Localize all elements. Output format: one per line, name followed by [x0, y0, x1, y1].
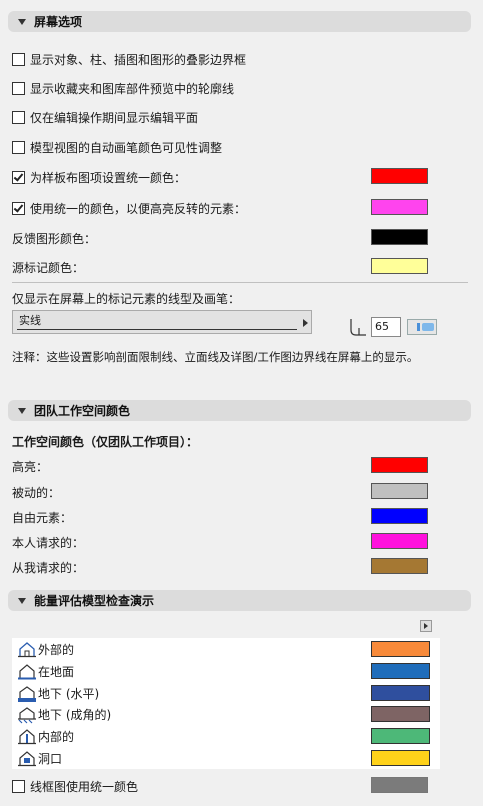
- teamwork-requested-from-me-swatch[interactable]: [371, 558, 428, 574]
- screen-options-header[interactable]: 屏幕选项: [8, 11, 471, 32]
- teamwork-label: 从我请求的：: [12, 560, 85, 575]
- collapse-triangle-icon[interactable]: [18, 597, 26, 604]
- teamwork-label: 自由元素：: [12, 510, 73, 525]
- teamwork-colors-title: 团队工作空间颜色: [34, 404, 131, 418]
- list-item[interactable]: 在地面: [12, 661, 440, 682]
- checkbox-label: 为样板布图项设置统一颜色：: [30, 170, 187, 185]
- list-item-label: 外部的: [38, 643, 75, 657]
- expand-list-button[interactable]: [420, 620, 432, 632]
- checkbox-row-auto-pen-color[interactable]: 模型视图的自动画笔颜色可见性调整: [12, 138, 222, 156]
- note-text: 注释：这些设置影响剖面限制线、立面线及详图/工作图边界线在屏幕上的显示。: [12, 350, 419, 364]
- teamwork-label: 本人请求的：: [12, 535, 85, 550]
- checkbox-row-edit-plane[interactable]: 仅在编辑操作期间显示编辑平面: [12, 108, 198, 126]
- color-swatch[interactable]: [371, 663, 430, 679]
- pen-picker-button[interactable]: [407, 319, 437, 335]
- color-swatch[interactable]: [371, 685, 430, 701]
- checkbox-checked[interactable]: [12, 201, 25, 215]
- list-item-label: 地下 (水平): [38, 687, 100, 701]
- color-swatch[interactable]: [371, 728, 430, 744]
- feedback-color-row: 反馈图形颜色：: [12, 229, 96, 247]
- checkbox-row-overlay-bbox[interactable]: 显示对象、柱、插图和图形的叠影边界框: [12, 50, 246, 68]
- teamwork-row-passive: 被动的：: [12, 483, 60, 501]
- teamwork-subheader-row: 工作空间颜色（仅团队工作项目）：: [12, 432, 198, 450]
- collapse-triangle-icon[interactable]: [18, 407, 26, 414]
- checkbox-label: 使用统一的颜色，以便高亮反转的元素：: [30, 201, 247, 216]
- master-layout-color-swatch[interactable]: [371, 168, 428, 184]
- checkbox[interactable]: [12, 81, 25, 95]
- checkbox-row-outline-preview[interactable]: 显示收藏夹和图库部件预览中的轮廓线: [12, 79, 234, 97]
- divider: [12, 282, 468, 283]
- checkbox-row-master-layout-color[interactable]: 为样板布图项设置统一颜色：: [12, 168, 186, 186]
- teamwork-row-requested-from-me: 从我请求的：: [12, 558, 84, 576]
- checkbox-checked[interactable]: [12, 170, 25, 184]
- color-swatch[interactable]: [371, 641, 430, 657]
- list-item-label: 在地面: [38, 665, 75, 679]
- opening-house-icon: [18, 750, 36, 766]
- source-marker-color-label: 源标记颜色：: [12, 260, 85, 275]
- wireframe-uniform-color-row[interactable]: 线框图使用统一颜色: [12, 777, 138, 795]
- list-item-label: 地下 (成角的): [38, 708, 112, 722]
- list-item[interactable]: 地下 (水平): [12, 683, 440, 704]
- pen-icon: [350, 319, 366, 336]
- linetype-value: 实线: [19, 314, 41, 327]
- collapse-triangle-icon[interactable]: [18, 18, 26, 25]
- teamwork-row-free: 自由元素：: [12, 508, 72, 526]
- teamwork-passive-swatch[interactable]: [371, 483, 428, 499]
- checkbox[interactable]: [12, 110, 25, 124]
- list-item-label: 内部的: [38, 730, 75, 744]
- highlight-color-swatch[interactable]: [371, 199, 428, 215]
- pen-picker-icon: [417, 323, 420, 331]
- exterior-house-icon: [18, 641, 36, 657]
- expand-arrow-icon[interactable]: [303, 319, 308, 327]
- checkbox[interactable]: [12, 140, 25, 154]
- interior-house-icon: [18, 728, 36, 744]
- list-item[interactable]: 外部的: [12, 639, 440, 660]
- source-marker-color-swatch[interactable]: [371, 258, 428, 274]
- checkbox-label: 模型视图的自动画笔颜色可见性调整: [30, 140, 223, 155]
- wireframe-color-swatch[interactable]: [371, 777, 428, 793]
- color-swatch[interactable]: [371, 706, 430, 722]
- checkbox[interactable]: [12, 52, 25, 66]
- teamwork-label: 被动的：: [12, 485, 61, 500]
- color-swatch[interactable]: [371, 750, 430, 766]
- feedback-color-swatch[interactable]: [371, 229, 428, 245]
- teamwork-row-highlight: 高亮：: [12, 457, 48, 475]
- energy-evaluation-header[interactable]: 能量评估模型检查演示: [8, 590, 471, 611]
- checkbox-label: 显示收藏夹和图库部件预览中的轮廓线: [30, 81, 235, 96]
- teamwork-requested-by-me-swatch[interactable]: [371, 533, 428, 549]
- checkbox-row-highlight-color[interactable]: 使用统一的颜色，以便高亮反转的元素：: [12, 199, 246, 217]
- linetype-sample-line: [17, 329, 297, 330]
- list-item[interactable]: 洞口: [12, 748, 440, 769]
- energy-structure-list: 外部的 在地面 地下 (水平) 地下 (成角的) 内部的 洞口: [12, 638, 440, 769]
- energy-evaluation-title: 能量评估模型检查演示: [34, 594, 155, 608]
- checkbox-label: 线框图使用统一颜色: [30, 779, 139, 794]
- pen-number-field[interactable]: 65: [371, 317, 401, 337]
- linetype-selector[interactable]: 实线: [12, 310, 312, 334]
- teamwork-subheader: 工作空间颜色（仅团队工作项目）：: [12, 434, 199, 449]
- teamwork-row-requested-by-me: 本人请求的：: [12, 533, 84, 551]
- linetype-caption: 仅显示在屏幕上的标记元素的线型及画笔：: [12, 291, 241, 306]
- underground-horizontal-icon: [18, 685, 36, 702]
- teamwork-highlight-swatch[interactable]: [371, 457, 428, 473]
- feedback-color-label: 反馈图形颜色：: [12, 231, 97, 246]
- underground-angled-icon: [18, 706, 36, 723]
- checkbox[interactable]: [12, 779, 25, 793]
- list-item-label: 洞口: [38, 752, 63, 766]
- screen-options-title: 屏幕选项: [34, 15, 83, 29]
- linetype-caption-row: 仅显示在屏幕上的标记元素的线型及画笔：: [12, 289, 240, 307]
- list-item[interactable]: 地下 (成角的): [12, 704, 440, 725]
- checkbox-label: 显示对象、柱、插图和图形的叠影边界框: [30, 52, 247, 67]
- teamwork-label: 高亮：: [12, 459, 49, 474]
- list-item[interactable]: 内部的: [12, 726, 440, 747]
- teamwork-colors-header[interactable]: 团队工作空间颜色: [8, 400, 471, 421]
- on-grade-house-icon: [18, 663, 36, 679]
- checkbox-label: 仅在编辑操作期间显示编辑平面: [30, 110, 199, 125]
- source-marker-color-row: 源标记颜色：: [12, 258, 84, 276]
- note-row: 注释：这些设置影响剖面限制线、立面线及详图/工作图边界线在屏幕上的显示。: [12, 348, 418, 366]
- teamwork-free-swatch[interactable]: [371, 508, 428, 524]
